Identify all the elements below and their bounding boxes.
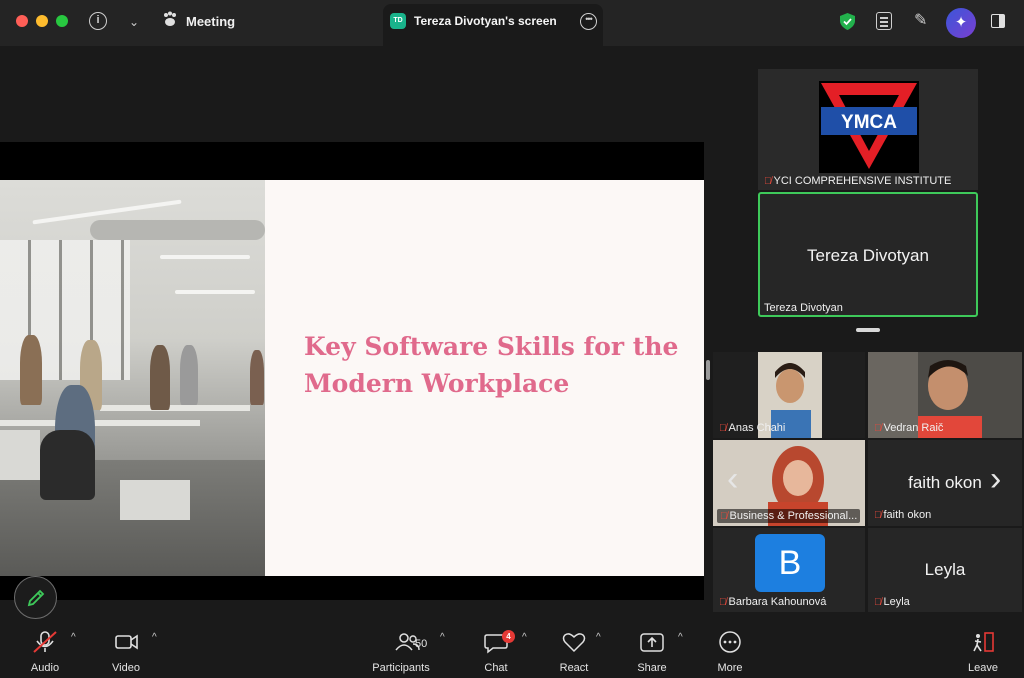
slide-title: Key Software Skills for the Modern Workp… [304,328,684,402]
share-options-caret[interactable]: ^ [678,632,683,643]
participant-name-label: 🎙̸ Vedran Raič [874,422,944,434]
audio-options-caret[interactable]: ^ [71,632,76,643]
split-resize-handle[interactable] [706,360,710,380]
chat-unread-badge: 4 [502,630,515,643]
host-name-label: 🎙̸ YCI COMPREHENSIVE INSTITUTE [764,175,952,187]
participant-name-label: 🎙̸ faith okon [874,509,932,521]
audio-label: Audio [30,662,60,674]
audio-button[interactable]: Audio [25,630,65,674]
slide-title-line-1: Key Software Skills for the [304,332,679,361]
close-window-button[interactable] [16,15,28,27]
shared-screen-area: Key Software Skills for the Modern Workp… [0,142,704,600]
chat-options-caret[interactable]: ^ [522,632,527,643]
presenter-name-label: Tereza Divotyan [764,302,843,314]
ymca-logo: YMCA [819,81,919,173]
pencil-icon [27,589,45,607]
presenter-video-tile[interactable]: Tereza Divotyan Tereza Divotyan [758,192,978,317]
leave-button[interactable]: Leave [963,630,1003,674]
muted-mic-icon: 🎙̸ [764,176,772,187]
office-illustration-image [0,180,265,576]
chat-label: Chat [484,662,508,674]
meeting-toolbar: Audio ^ Video ^ Participants 50 ^ Chat 4… [0,620,1024,678]
whiteboard-pen-icon[interactable]: ✎ [914,10,927,30]
share-button[interactable]: Share [632,630,672,674]
participant-tile-barbara[interactable]: B 🎙̸ Barbara Kahounová [713,528,865,612]
participant-tile-leyla[interactable]: Leyla 🎙̸ Leyla [868,528,1022,612]
video-camera-icon [115,634,138,650]
shared-screen-label: Tereza Divotyan's screen [414,14,557,28]
react-label: React [559,662,589,674]
screen-options-icon[interactable]: ••• [580,13,597,30]
muted-microphone-icon [33,631,57,653]
participants-options-caret[interactable]: ^ [440,632,445,643]
participant-name-label: 🎙̸ Anas Chahi [719,422,786,434]
presentation-slide: Key Software Skills for the Modern Workp… [0,180,704,576]
fullscreen-window-button[interactable] [56,15,68,27]
leave-door-icon [973,632,994,652]
ymca-logo-text: YMCA [841,112,897,133]
ai-companion-sparkle-icon[interactable]: ✦ [946,8,976,38]
more-button[interactable]: More [710,630,750,674]
more-options-icon [719,631,741,653]
slide-title-line-2: Modern Workplace [304,369,570,398]
gallery-next-arrow[interactable]: › [990,460,1001,499]
host-video-tile[interactable]: YMCA 🎙̸ YCI COMPREHENSIVE INSTITUTE [758,69,978,190]
participant-tile-anas[interactable]: 🎙̸ Anas Chahi [713,352,865,438]
react-button[interactable]: React [554,630,594,674]
participant-name-label: 🎙̸ Barbara Kahounová [719,596,827,608]
participant-display-name: Leyla [924,560,966,579]
video-label: Video [112,662,140,674]
side-panel-icon[interactable] [991,14,1005,28]
participants-label: Participants [372,662,430,674]
meeting-label[interactable]: Meeting [186,14,235,29]
encryption-shield-icon[interactable] [840,13,855,30]
participant-tile-vedran[interactable]: 🎙̸ Vedran Raič [868,352,1022,438]
chevron-down-icon[interactable]: ⌄ [129,11,139,33]
minimize-window-button[interactable] [36,15,48,27]
notes-icon[interactable] [876,12,892,30]
heart-icon [562,633,586,653]
leave-label: Leave [968,662,998,674]
annotate-button[interactable] [14,576,57,619]
participant-name-label: 🎙̸ Leyla [874,596,910,608]
meeting-paw-icon [162,11,178,34]
presenter-display-name: Tereza Divotyan [807,246,929,265]
participant-tile-business[interactable]: ‹ 🎙̸ Business & Professional... [713,440,865,526]
panel-resize-handle[interactable] [856,328,880,332]
more-label: More [717,662,743,674]
react-options-caret[interactable]: ^ [596,632,601,643]
title-bar: i ⌄ Meeting TD Tereza Divotyan's screen … [0,0,1024,46]
participant-avatar: B [755,534,825,592]
participants-count: 50 [415,638,428,650]
participant-tile-faith[interactable]: faith okon › 🎙̸ faith okon [868,440,1022,526]
share-screen-icon [640,633,664,652]
shared-screen-tab[interactable]: TD Tereza Divotyan's screen ••• [383,4,603,46]
video-button[interactable]: Video [106,630,146,674]
participant-name-label: 🎙̸ Business & Professional... [717,509,861,523]
presenter-initials-avatar: TD [390,13,406,29]
meeting-info-icon[interactable]: i [89,12,107,30]
gallery-previous-arrow[interactable]: ‹ [727,460,738,499]
video-options-caret[interactable]: ^ [152,632,157,643]
share-label: Share [637,662,667,674]
